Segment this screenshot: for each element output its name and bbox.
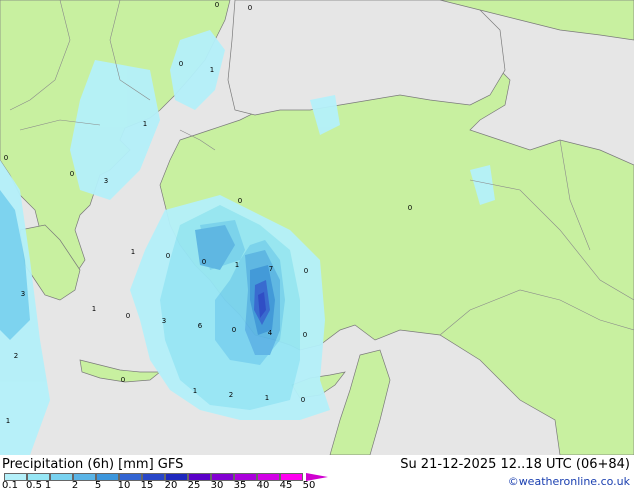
color-scale-tick: 35 — [233, 480, 247, 491]
color-scale-tick: 50 — [302, 480, 316, 491]
map-label: 1 — [6, 417, 10, 425]
color-scale-tick: 20 — [164, 480, 178, 491]
color-scale-tick: 0.1 — [2, 480, 18, 491]
map-label: 0 — [126, 312, 130, 320]
map-label: 2 — [229, 391, 233, 399]
map-label: 7 — [269, 265, 273, 273]
map-label: 0 — [4, 154, 8, 162]
color-scale-tick: 45 — [279, 480, 293, 491]
credit-link[interactable]: ©weatheronline.co.uk — [508, 475, 630, 488]
map-label: 2 — [14, 352, 18, 360]
valid-time: Su 21-12-2025 12..18 UTC (06+84) — [400, 457, 630, 472]
map-label: 1 — [210, 66, 214, 74]
map-label: 0 — [215, 1, 219, 9]
map-label: 0 — [248, 4, 252, 12]
map-label: 0 — [232, 326, 236, 334]
map-label: 0 — [301, 396, 305, 404]
color-scale-tick: 40 — [256, 480, 270, 491]
map-label: 0 — [70, 170, 74, 178]
map-label: 1 — [265, 394, 269, 402]
map-label: 0 — [179, 60, 183, 68]
map-label: 4 — [268, 329, 273, 337]
map-label: 0 — [408, 204, 412, 212]
map-label: 3 — [162, 317, 166, 325]
map-label: 6 — [198, 322, 203, 330]
color-scale-tick: 10 — [117, 480, 131, 491]
map-label: 0 — [238, 197, 242, 205]
color-scale-tick: 5 — [94, 480, 102, 491]
map-label: 1 — [193, 387, 197, 395]
map-title: Precipitation (6h) [mm] GFS — [2, 457, 184, 472]
legend-footer: Precipitation (6h) [mm] GFS Su 21-12-202… — [0, 455, 634, 491]
map-label: 0 — [166, 252, 170, 260]
color-scale-tick: 15 — [140, 480, 154, 491]
precipitation-map: 0 0 0 1 1 0 3 0 0 0 1 0 1 7 0 0 3 1 0 3 … — [0, 0, 634, 455]
color-scale-tick: 1 — [44, 480, 52, 491]
map-label: 0 — [121, 376, 125, 384]
map-label: 0 — [303, 331, 307, 339]
map-label: 3 — [21, 290, 25, 298]
color-scale-tick: 25 — [187, 480, 201, 491]
color-scale-segment — [50, 473, 73, 481]
map-label: 0 — [202, 258, 206, 266]
color-scale-tick: 0.5 — [26, 480, 42, 491]
color-scale-tick: 2 — [71, 480, 79, 491]
color-scale-tick: 30 — [210, 480, 224, 491]
map-label: 1 — [92, 305, 96, 313]
map-label: 0 — [304, 267, 308, 275]
map-label: 1 — [235, 261, 239, 269]
map-label: 1 — [131, 248, 135, 256]
map-label: 1 — [143, 120, 147, 128]
map-label: 3 — [104, 177, 108, 185]
